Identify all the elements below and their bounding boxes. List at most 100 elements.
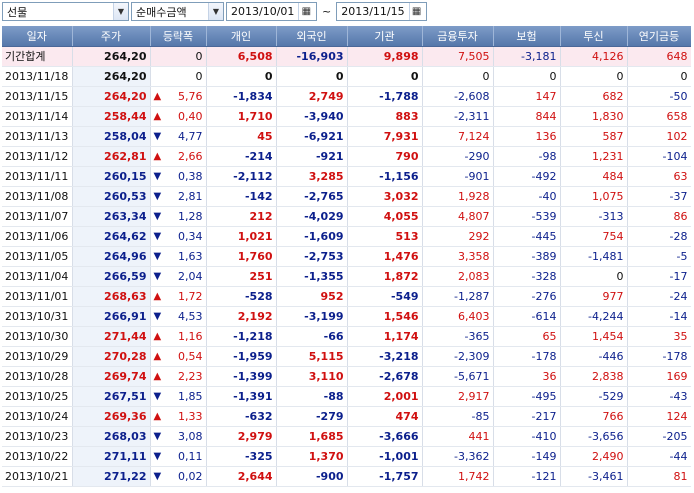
- cell-change: ▼ 0,02: [150, 466, 207, 487]
- grid-header-row: 일자 주가 등락폭 개인 외국인 기관 금융투자 보험 투신 연기금등: [2, 26, 692, 47]
- cell-change: ▼ 0,34: [150, 226, 207, 247]
- cell-change: ▼ 1,63: [150, 246, 207, 267]
- metric-select[interactable]: 순매수금액 ▼: [131, 2, 224, 21]
- cell-ind: -214: [206, 146, 277, 167]
- cell-price: 271,22: [72, 466, 151, 487]
- cell-ins: -276: [493, 286, 561, 307]
- market-select[interactable]: 선물 ▼: [2, 2, 129, 21]
- table-row[interactable]: 2013/11/07 263,34 ▼ 1,28 212 -4,029 4,055 4,807…: [2, 206, 692, 227]
- cell-fin: 1,742: [422, 466, 494, 487]
- column-header[interactable]: 기관: [347, 26, 423, 47]
- cell-fin: 6,403: [422, 306, 494, 327]
- cell-frn: 3,285: [276, 166, 348, 187]
- cell-ins: 844: [493, 106, 561, 127]
- table-row[interactable]: 2013/10/23 268,03 ▼ 3,08 2,979 1,685 -3,666 441…: [2, 426, 692, 447]
- cell-pen: 63: [627, 166, 692, 187]
- table-row[interactable]: 2013/10/29 270,28 ▲ 0,54 -1,959 5,115 -3,218 -2…: [2, 346, 692, 367]
- cell-ind: 1,710: [206, 106, 277, 127]
- cell-pen: -5: [627, 246, 692, 267]
- end-date-value[interactable]: 2013/11/15: [337, 5, 408, 18]
- cell-ins: -614: [493, 306, 561, 327]
- cell-ind: -325: [206, 446, 277, 467]
- chevron-down-icon[interactable]: ▼: [208, 3, 223, 20]
- table-row[interactable]: 2013/10/25 267,51 ▼ 1,85 -1,391 -88 2,001 2,917…: [2, 386, 692, 407]
- chevron-down-icon[interactable]: ▼: [113, 3, 128, 20]
- end-date-field[interactable]: 2013/11/15 ▦: [336, 2, 428, 21]
- cell-fin: -365: [422, 326, 494, 347]
- cell-fin: 7,124: [422, 126, 494, 147]
- cell-ins: 65: [493, 326, 561, 347]
- period-total-row[interactable]: 기간합계 264,20 0 6,508 -16,903 9,898 7,505 -3,181 4…: [2, 46, 692, 67]
- change-value: 0,54: [178, 349, 203, 363]
- cell-price: 268,63: [72, 286, 151, 307]
- table-row[interactable]: 2013/11/08 260,53 ▼ 2,81 -142 -2,765 3,032 1,92…: [2, 186, 692, 207]
- cell-change: ▲ 2,66: [150, 146, 207, 167]
- column-header[interactable]: 일자: [2, 26, 73, 47]
- cell-date: 2013/11/06: [2, 226, 73, 247]
- cell-change: ▲ 1,33: [150, 406, 207, 427]
- change-value: 1,72: [178, 289, 203, 303]
- cell-frn: -2,753: [276, 246, 348, 267]
- change-value: 2,81: [178, 189, 203, 203]
- cell-date: 기간합계: [2, 46, 73, 67]
- cell-price: 264,20: [72, 46, 151, 67]
- table-row[interactable]: 2013/11/05 264,96 ▼ 1,63 1,760 -2,753 1,476 3,3…: [2, 246, 692, 267]
- cell-inv: 977: [560, 286, 628, 307]
- change-value: 0,11: [178, 449, 203, 463]
- cell-ind: -1,399: [206, 366, 277, 387]
- table-row[interactable]: 2013/11/01 268,63 ▲ 1,72 -528 952 -549 -1,287 -2…: [2, 286, 692, 307]
- column-header[interactable]: 투신: [560, 26, 628, 47]
- table-row[interactable]: 2013/11/12 262,81 ▲ 2,66 -214 -921 790 -290 -98 1…: [2, 146, 692, 167]
- cell-inv: -4,244: [560, 306, 628, 327]
- calendar-icon[interactable]: ▦: [408, 3, 424, 20]
- cell-fin: -3,362: [422, 446, 494, 467]
- cell-pen: -14: [627, 306, 692, 327]
- column-header[interactable]: 보험: [493, 26, 561, 47]
- cell-pen: 81: [627, 466, 692, 487]
- table-row[interactable]: 2013/10/31 266,91 ▼ 4,53 2,192 -3,199 1,546 6,4…: [2, 306, 692, 327]
- cell-ind: 2,644: [206, 466, 277, 487]
- table-row[interactable]: 2013/11/04 266,59 ▼ 2,04 251 -1,355 1,872 2,083…: [2, 266, 692, 287]
- cell-inv: -3,461: [560, 466, 628, 487]
- cell-frn: -921: [276, 146, 348, 167]
- table-row[interactable]: 2013/11/14 258,44 ▲ 0,40 1,710 -3,940 883 -2,31…: [2, 106, 692, 127]
- cell-inv: -1,481: [560, 246, 628, 267]
- cell-ind: 6,508: [206, 46, 277, 67]
- cell-change: ▼ 0,38: [150, 166, 207, 187]
- cell-price: 258,44: [72, 106, 151, 127]
- table-row[interactable]: 2013/11/18 264,20 0 0 0 0 0 0 0 0: [2, 66, 692, 87]
- cell-frn: -4,029: [276, 206, 348, 227]
- column-header[interactable]: 연기금등: [627, 26, 692, 47]
- table-row[interactable]: 2013/11/11 260,15 ▼ 0,38 -2,112 3,285 -1,156 -9…: [2, 166, 692, 187]
- cell-date: 2013/10/29: [2, 346, 73, 367]
- cell-change: ▼ 2,04: [150, 266, 207, 287]
- column-header[interactable]: 주가: [72, 26, 151, 47]
- cell-price: 266,91: [72, 306, 151, 327]
- column-header[interactable]: 외국인: [276, 26, 348, 47]
- cell-frn: -16,903: [276, 46, 348, 67]
- column-header[interactable]: 금융투자: [422, 26, 494, 47]
- cell-inv: 2,490: [560, 446, 628, 467]
- cell-ins: -98: [493, 146, 561, 167]
- cell-change: ▲ 5,76: [150, 86, 207, 107]
- table-row[interactable]: 2013/11/13 258,04 ▼ 4,77 45 -6,921 7,931 7,124 1…: [2, 126, 692, 147]
- start-date-value[interactable]: 2013/10/01: [227, 5, 298, 18]
- table-row[interactable]: 2013/10/22 271,11 ▼ 0,11 -325 1,370 -1,001 -3,3…: [2, 446, 692, 467]
- table-row[interactable]: 2013/10/28 269,74 ▲ 2,23 -1,399 3,110 -2,678 -5…: [2, 366, 692, 387]
- table-row[interactable]: 2013/10/21 271,22 ▼ 0,02 2,644 -900 -1,757 1,74…: [2, 466, 692, 487]
- change-value: 1,33: [178, 409, 203, 423]
- cell-inv: 1,075: [560, 186, 628, 207]
- table-row[interactable]: 2013/10/24 269,36 ▲ 1,33 -632 -279 474 -85 -217 7…: [2, 406, 692, 427]
- start-date-field[interactable]: 2013/10/01 ▦: [226, 2, 317, 21]
- cell-pen: 124: [627, 406, 692, 427]
- cell-frn: -88: [276, 386, 348, 407]
- table-row[interactable]: 2013/11/15 264,20 ▲ 5,76 -1,834 2,749 -1,788 -2…: [2, 86, 692, 107]
- change-value: 2,04: [178, 269, 203, 283]
- column-header[interactable]: 개인: [206, 26, 277, 47]
- calendar-icon[interactable]: ▦: [298, 3, 313, 20]
- table-row[interactable]: 2013/10/30 271,44 ▲ 1,16 -1,218 -66 1,174 -365 6…: [2, 326, 692, 347]
- table-row[interactable]: 2013/11/06 264,62 ▼ 0,34 1,021 -1,609 513 292 -4…: [2, 226, 692, 247]
- toolbar: 선물 ▼ 순매수금액 ▼ 2013/10/01 ▦ ~ 2013/11/15 ▦: [0, 0, 694, 23]
- column-header[interactable]: 등락폭: [150, 26, 207, 47]
- cell-inst: 883: [347, 106, 423, 127]
